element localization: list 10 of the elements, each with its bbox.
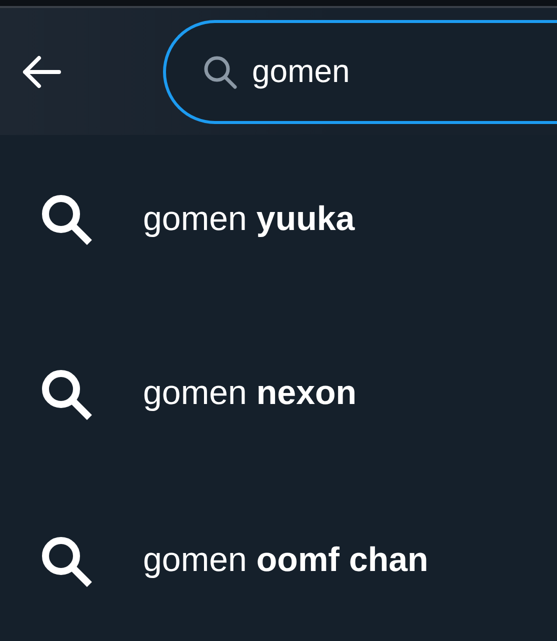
search-field[interactable]: gomen <box>252 53 552 90</box>
search-icon <box>202 54 238 90</box>
search-icon <box>40 368 92 420</box>
search-suggestion[interactable]: gomen oomf chan <box>143 541 428 580</box>
back-arrow-icon <box>21 54 61 88</box>
search-suggestion[interactable]: gomen yuuka <box>143 200 355 238</box>
search-bar[interactable]: gomen <box>163 20 557 124</box>
search-icon <box>40 534 92 586</box>
search-icon <box>40 193 92 245</box>
search-suggestion[interactable]: gomen nexon <box>143 374 357 413</box>
